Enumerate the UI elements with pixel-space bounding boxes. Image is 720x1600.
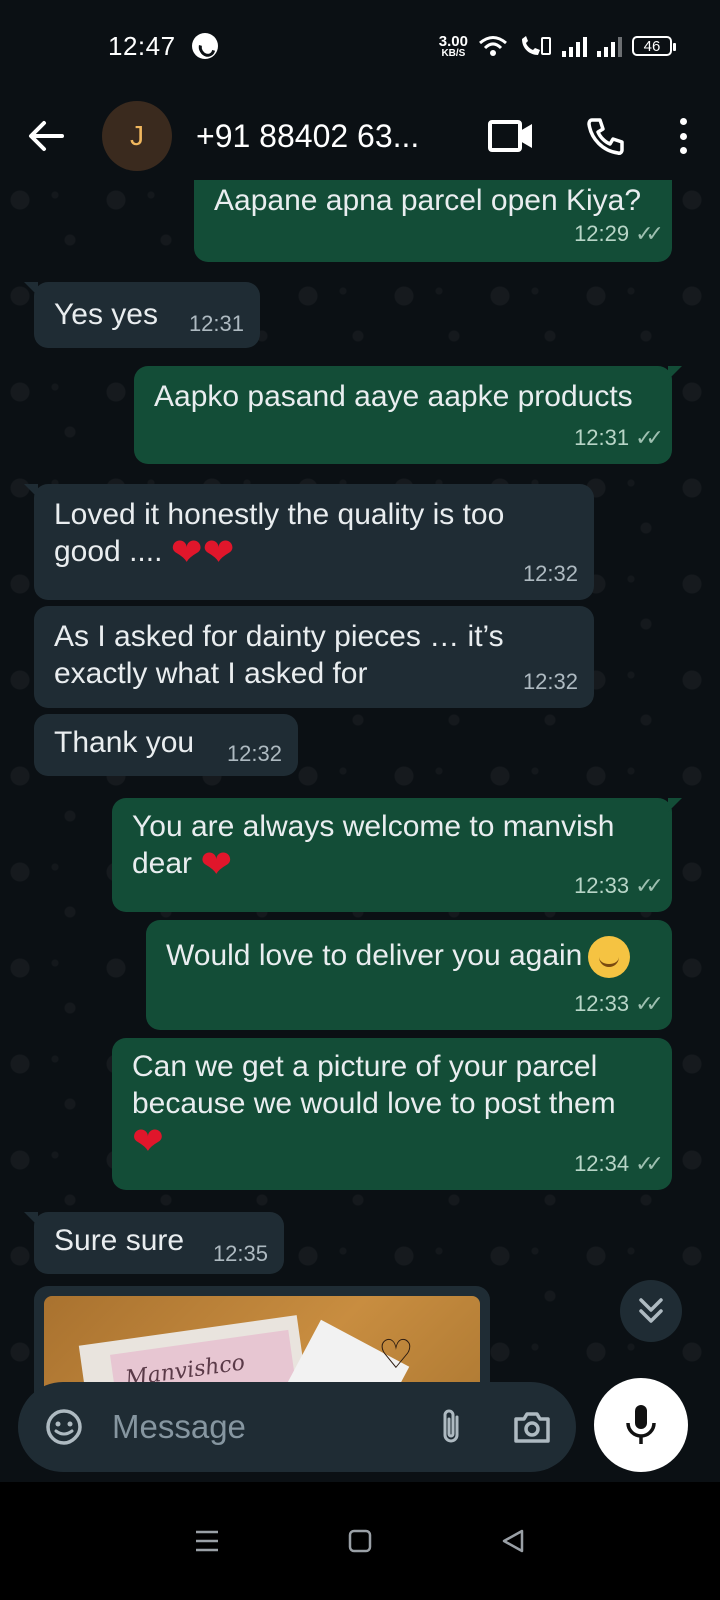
- back-arrow-icon[interactable]: [26, 116, 66, 156]
- read-receipt-icon: ✓✓: [635, 425, 664, 450]
- message-bubble-incoming[interactable]: Thank you 12:32: [34, 714, 298, 776]
- message-time: 12:34: [574, 1151, 630, 1176]
- message-time: 12:32: [522, 561, 578, 586]
- message-bubble-outgoing[interactable]: Would love to deliver you again 12:33 ✓✓: [146, 920, 672, 1030]
- heart-emoji-icon: ❤: [200, 844, 233, 887]
- scroll-down-icon[interactable]: [620, 1280, 682, 1342]
- status-indicators: 3.00 KB/S 46: [439, 34, 676, 59]
- message-meta: 12:31: [189, 305, 244, 342]
- avatar[interactable]: J: [102, 101, 172, 171]
- signal-strength-2-icon: [597, 35, 622, 57]
- recents-icon[interactable]: [194, 1528, 220, 1554]
- phone-call-icon[interactable]: [586, 116, 626, 156]
- chat-messages[interactable]: Aapane apna parcel open Kiya? 12:29 ✓✓ Y…: [0, 180, 720, 1400]
- read-receipt-icon: ✓✓: [635, 991, 664, 1016]
- message-text: Aapko pasand aaye aapke products: [154, 380, 633, 413]
- message-content: Would love to deliver you again: [166, 936, 652, 978]
- ongoing-call-icon: [191, 33, 218, 59]
- message-input[interactable]: Message: [112, 1408, 436, 1446]
- system-nav-bar: [0, 1482, 720, 1600]
- message-time: 12:32: [522, 669, 578, 694]
- message-meta: 12:32: [523, 663, 578, 700]
- battery-icon: 46: [632, 36, 676, 56]
- message-time: 12:35: [212, 1241, 268, 1266]
- read-receipt-icon: ✓✓: [635, 873, 664, 898]
- message-text: Can we get a picture of your parcel beca…: [132, 1050, 616, 1120]
- message-meta: 12:35: [213, 1235, 268, 1272]
- message-composer: Message: [18, 1382, 576, 1472]
- message-time: 12:32: [226, 741, 282, 766]
- message-bubble-incoming[interactable]: As I asked for dainty pieces … it’s exac…: [34, 606, 594, 708]
- message-meta: 12:34 ✓✓: [574, 1145, 664, 1182]
- message-bubble-outgoing[interactable]: You are always welcome to manvish dear ❤…: [112, 798, 682, 912]
- attach-icon[interactable]: [436, 1407, 466, 1447]
- message-time: 12:31: [574, 425, 630, 450]
- message-bubble-incoming[interactable]: Loved it honestly the quality is too goo…: [24, 484, 594, 600]
- heart-emoji-icon: ❤: [132, 1121, 164, 1164]
- video-call-icon[interactable]: [488, 119, 534, 153]
- message-meta: 12:33 ✓✓: [574, 985, 664, 1022]
- chat-header: J +91 88402 63...: [0, 92, 720, 180]
- heart-emoji-icon: ❤❤: [170, 532, 235, 575]
- message-bubble-outgoing[interactable]: Aapane apna parcel open Kiya? 12:29 ✓✓: [194, 180, 672, 262]
- message-bubble-incoming[interactable]: Yes yes 12:31: [24, 282, 260, 348]
- message-bubble-incoming[interactable]: Sure sure 12:35: [24, 1212, 284, 1274]
- read-receipt-icon: ✓✓: [635, 1151, 664, 1176]
- status-time: 12:47: [108, 30, 176, 61]
- message-time: 12:31: [188, 311, 244, 336]
- network-speed-value: 3.00: [438, 32, 468, 50]
- message-meta: 12:32: [227, 735, 282, 772]
- contact-name[interactable]: +91 88402 63...: [196, 118, 419, 155]
- network-speed: 3.00 KB/S: [439, 34, 468, 59]
- message-text: Would love to deliver you again: [166, 938, 583, 972]
- message-bubble-outgoing[interactable]: Aapko pasand aaye aapke products 12:31 ✓…: [134, 366, 682, 464]
- volte-call-icon: [522, 36, 551, 55]
- message-time: 12:33: [574, 991, 630, 1016]
- home-icon[interactable]: [347, 1528, 373, 1554]
- message-text: As I asked for dainty pieces … it’s exac…: [54, 620, 504, 690]
- camera-icon[interactable]: [512, 1409, 552, 1445]
- more-options-icon[interactable]: [678, 118, 688, 154]
- message-content: Loved it honestly the quality is too goo…: [54, 496, 574, 572]
- read-receipt-icon: ✓✓: [635, 221, 664, 246]
- smiling-face-emoji-icon: [588, 936, 631, 978]
- signal-strength-1-icon: [562, 35, 587, 57]
- emoji-sticker-icon[interactable]: [42, 1405, 86, 1449]
- message-text: Loved it honestly the quality is too goo…: [54, 498, 505, 568]
- status-bar: 12:47 3.00 KB/S 46: [0, 0, 720, 92]
- message-time: 12:33: [574, 873, 630, 898]
- message-meta: 12:33 ✓✓: [574, 867, 664, 904]
- mic-icon: [626, 1405, 656, 1444]
- wifi-icon: [479, 36, 507, 56]
- battery-level: 46: [643, 37, 661, 55]
- message-bubble-outgoing[interactable]: Can we get a picture of your parcel beca…: [112, 1038, 672, 1190]
- message-time: 12:29: [574, 221, 630, 246]
- message-meta: 12:29 ✓✓: [574, 215, 664, 252]
- message-meta: 12:32: [523, 555, 578, 592]
- message-meta: 12:31 ✓✓: [574, 419, 664, 456]
- heart-doodle-icon: ♡: [378, 1333, 414, 1377]
- message-text: Aapane apna parcel open Kiya?: [214, 184, 642, 217]
- back-nav-icon[interactable]: [500, 1528, 526, 1554]
- mic-button[interactable]: [594, 1378, 688, 1472]
- network-speed-unit: KB/S: [441, 47, 466, 59]
